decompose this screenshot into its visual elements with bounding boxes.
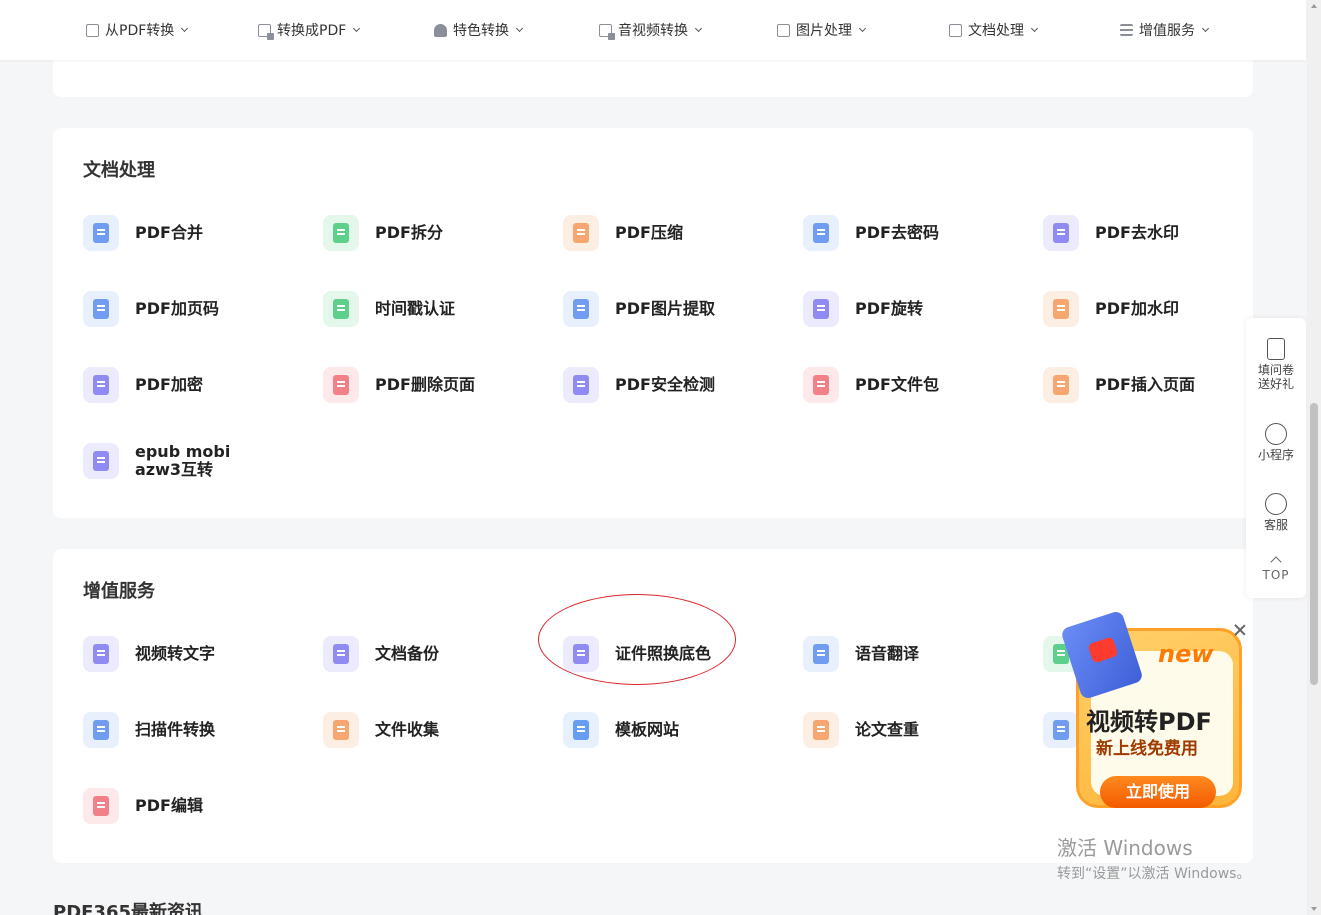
tool-pdf-compress[interactable]: PDF压缩 (563, 214, 683, 252)
survey-icon (1267, 338, 1285, 360)
tool-file-collect[interactable]: 文件收集 (323, 711, 439, 749)
promo-title: 视频转PDF (1086, 708, 1212, 736)
tool-pdf-remove-watermark[interactable]: PDF去水印 (1043, 214, 1179, 252)
doc-process-section: 文档处理 PDF合并 PDF拆分 PDF压缩 PDF去密码 PDF去水印 PDF… (53, 128, 1253, 518)
tool-video-to-text[interactable]: 视频转文字 (83, 635, 215, 673)
promo-use-now-button[interactable]: 立即使用 (1100, 776, 1216, 808)
chevron-down-icon (1030, 24, 1039, 33)
remove-watermark-icon (1043, 215, 1079, 251)
chevron-up-icon (1270, 556, 1282, 568)
page-scrollbar[interactable] (1307, 0, 1321, 915)
file-icon (86, 23, 99, 37)
tool-pdf-rotate[interactable]: PDF旋转 (803, 290, 923, 328)
tool-pdf-file-package[interactable]: PDF文件包 (803, 366, 939, 404)
paper-check-icon (803, 712, 839, 748)
nav-special-convert[interactable]: 特色转换 (434, 21, 524, 39)
tool-voice-translate[interactable]: 语音翻译 (803, 635, 919, 673)
tool-pdf-page-number[interactable]: PDF加页码 (83, 290, 219, 328)
chevron-down-icon (353, 24, 361, 33)
security-check-icon (563, 367, 599, 403)
scroll-down-arrow[interactable] (1311, 907, 1317, 911)
scan-icon (83, 712, 119, 748)
chevron-down-icon (694, 24, 703, 33)
nav-to-pdf[interactable]: 转换成PDF (258, 21, 361, 40)
merge-icon (83, 215, 119, 251)
delete-page-icon (323, 367, 359, 403)
floating-sidebar: 填问卷 送好礼 小程序 客服 TOP (1246, 318, 1306, 598)
nav-from-pdf[interactable]: 从PDF转换 (86, 21, 189, 39)
timestamp-icon (323, 291, 359, 327)
chevron-down-icon (858, 24, 867, 33)
promo-subtitle: 新上线免费用 (1096, 739, 1198, 759)
survey-button[interactable]: 填问卷 送好礼 (1246, 338, 1306, 391)
headset-icon (1265, 493, 1287, 515)
tool-timestamp[interactable]: 时间戳认证 (323, 290, 455, 328)
tool-pdf-split[interactable]: PDF拆分 (323, 214, 443, 252)
convert-icon (258, 23, 274, 40)
insert-page-icon (1043, 367, 1079, 403)
split-icon (323, 215, 359, 251)
edit-icon (83, 788, 119, 824)
encrypt-icon (83, 367, 119, 403)
video-to-text-icon (83, 636, 119, 672)
tool-pdf-merge[interactable]: PDF合并 (83, 214, 203, 252)
ebook-convert-icon (83, 443, 119, 479)
page-number-icon (83, 291, 119, 327)
scroll-up-arrow[interactable] (1311, 4, 1317, 8)
tool-pdf-encrypt[interactable]: PDF加密 (83, 366, 203, 404)
rotate-icon (803, 291, 839, 327)
document-icon (949, 23, 962, 37)
chevron-down-icon (181, 24, 189, 33)
media-icon (599, 23, 615, 40)
list-icon (1120, 24, 1133, 36)
tool-scan-convert[interactable]: 扫描件转换 (83, 711, 215, 749)
backup-icon (323, 636, 359, 672)
tool-template-site[interactable]: 模板网站 (563, 711, 679, 749)
scroll-thumb[interactable] (1310, 403, 1318, 685)
file-package-icon (803, 367, 839, 403)
close-icon[interactable] (1233, 623, 1247, 637)
tool-pdf-unlock[interactable]: PDF去密码 (803, 214, 939, 252)
back-to-top-button[interactable]: TOP (1246, 556, 1306, 582)
tool-id-photo-background[interactable]: 证件照换底色 (563, 635, 711, 673)
top-navigation: 从PDF转换 转换成PDF 特色转换 音视频转换 图片处理 文档处理 增值服务 (0, 0, 1306, 60)
tool-pdf-add-watermark[interactable]: PDF加水印 (1043, 290, 1179, 328)
compress-icon (563, 215, 599, 251)
nav-image-process[interactable]: 图片处理 (777, 21, 867, 39)
new-badge: new (1158, 640, 1214, 668)
tool-pdf-insert-page[interactable]: PDF插入页面 (1043, 366, 1195, 404)
section-title: 增值服务 (83, 581, 155, 602)
chevron-down-icon (515, 24, 524, 33)
promo-popup[interactable]: new 视频转PDF 新上线免费用 立即使用 (1060, 609, 1244, 814)
chevron-down-icon (1201, 24, 1210, 33)
collect-icon (323, 712, 359, 748)
nav-media-convert[interactable]: 音视频转换 (599, 21, 703, 40)
extract-image-icon (563, 291, 599, 327)
unlock-icon (803, 215, 839, 251)
section-title: 文档处理 (83, 160, 155, 181)
tool-pdf-delete-page[interactable]: PDF删除页面 (323, 366, 475, 404)
tool-ebook-convert[interactable]: epub mobi azw3互转 (83, 442, 230, 480)
nav-value-added[interactable]: 增值服务 (1120, 21, 1210, 39)
add-watermark-icon (1043, 291, 1079, 327)
id-photo-icon (563, 636, 599, 672)
windows-activation-watermark: 激活 Windows 转到“设置”以激活 Windows。 (1057, 836, 1251, 882)
cloud-icon (563, 712, 599, 748)
nav-doc-process[interactable]: 文档处理 (949, 21, 1039, 39)
shield-icon (434, 23, 447, 37)
voice-translate-icon (803, 636, 839, 672)
tool-paper-check[interactable]: 论文查重 (803, 711, 919, 749)
tool-doc-backup[interactable]: 文档备份 (323, 635, 439, 673)
tool-pdf-extract-image[interactable]: PDF图片提取 (563, 290, 715, 328)
tool-pdf-edit[interactable]: PDF编辑 (83, 787, 203, 825)
miniprogram-icon (1265, 423, 1287, 445)
tool-pdf-security-check[interactable]: PDF安全检测 (563, 366, 715, 404)
news-section-title: PDF365最新资讯 (53, 902, 204, 915)
customer-service-button[interactable]: 客服 (1246, 493, 1306, 532)
image-icon (777, 23, 790, 37)
miniprogram-button[interactable]: 小程序 (1246, 423, 1306, 462)
